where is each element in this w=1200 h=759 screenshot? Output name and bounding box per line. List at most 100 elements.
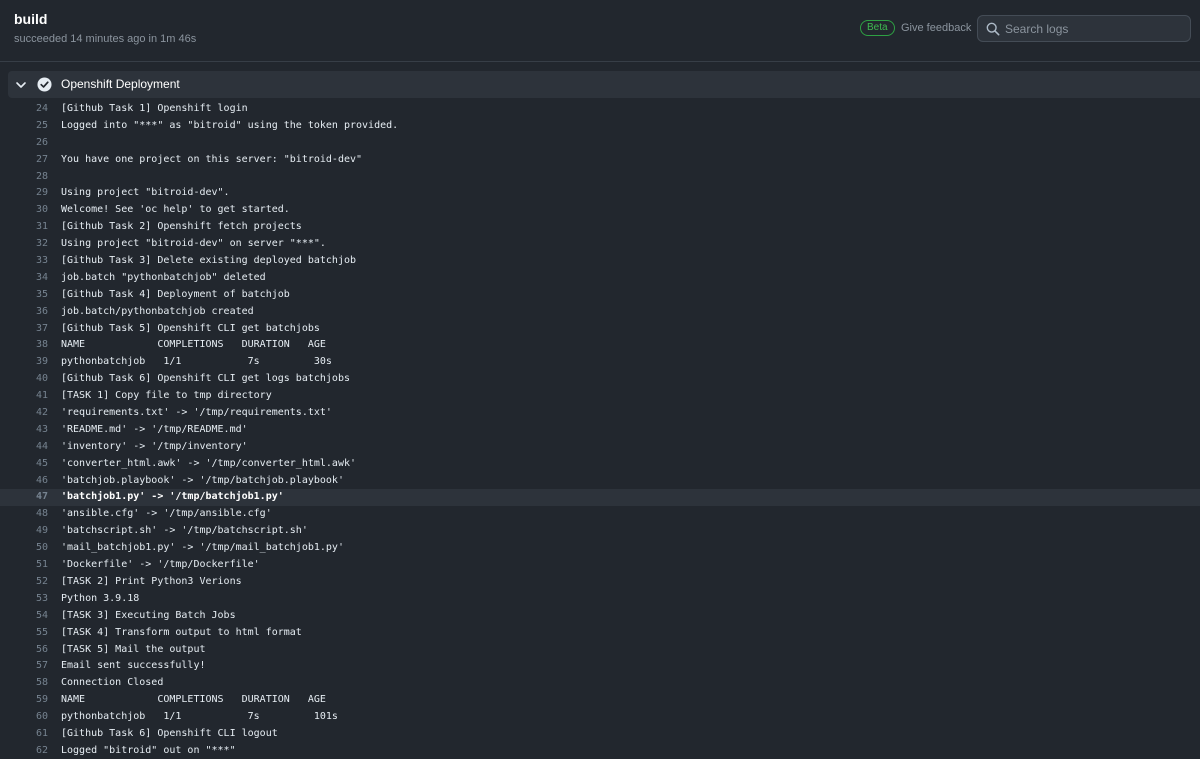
log-line[interactable]: 60 pythonbatchjob 1/1 7s 101s xyxy=(0,709,1200,726)
log-line[interactable]: 33 [Github Task 3] Delete existing deploy… xyxy=(0,253,1200,270)
chevron-down-icon[interactable] xyxy=(15,79,27,91)
log-line[interactable]: 24 [Github Task 1] Openshift login xyxy=(0,101,1200,118)
line-number[interactable]: 43 xyxy=(8,422,48,439)
log-line[interactable]: 45 'converter_html.awk' -> '/tmp/converte… xyxy=(0,456,1200,473)
line-number[interactable]: 54 xyxy=(8,608,48,625)
line-number[interactable]: 59 xyxy=(8,692,48,709)
line-number[interactable]: 27 xyxy=(8,152,48,169)
log-line[interactable]: 55 [TASK 4] Transform output to html form… xyxy=(0,625,1200,642)
log-line[interactable]: 26 xyxy=(0,135,1200,152)
line-number[interactable]: 29 xyxy=(8,185,48,202)
line-text: 'ansible.cfg' -> '/tmp/ansible.cfg' xyxy=(61,508,272,520)
line-text: [TASK 2] Print Python3 Verions xyxy=(61,575,242,587)
line-text: [TASK 1] Copy file to tmp directory xyxy=(61,390,272,402)
line-number[interactable]: 34 xyxy=(8,270,48,287)
log-line[interactable]: 29 Using project "bitroid-dev". xyxy=(0,185,1200,202)
line-number[interactable]: 36 xyxy=(8,304,48,321)
line-number[interactable]: 42 xyxy=(8,405,48,422)
log-line[interactable]: 31 [Github Task 2] Openshift fetch projec… xyxy=(0,219,1200,236)
line-number[interactable]: 44 xyxy=(8,439,48,456)
line-text: pythonbatchjob 1/1 7s 101s xyxy=(61,711,338,723)
line-number[interactable]: 26 xyxy=(8,135,48,152)
line-number[interactable]: 47 xyxy=(8,489,48,506)
log-line[interactable]: 53 Python 3.9.18 xyxy=(0,591,1200,608)
log-line[interactable]: 59 NAME COMPLETIONS DURATION AGE xyxy=(0,692,1200,709)
line-number[interactable]: 52 xyxy=(8,574,48,591)
log-line[interactable]: 48 'ansible.cfg' -> '/tmp/ansible.cfg' xyxy=(0,506,1200,523)
job-header: build succeeded 14 minutes ago in 1m 46s… xyxy=(0,0,1200,62)
log-line[interactable]: 40 [Github Task 6] Openshift CLI get logs… xyxy=(0,371,1200,388)
log-line[interactable]: 34 job.batch "pythonbatchjob" deleted xyxy=(0,270,1200,287)
log-line[interactable]: 47 'batchjob1.py' -> '/tmp/batchjob1.py' xyxy=(0,489,1200,507)
log-line[interactable]: 38 NAME COMPLETIONS DURATION AGE xyxy=(0,337,1200,354)
line-number[interactable]: 53 xyxy=(8,591,48,608)
line-number[interactable]: 55 xyxy=(8,625,48,642)
log-line[interactable]: 44 'inventory' -> '/tmp/inventory' xyxy=(0,439,1200,456)
line-number[interactable]: 32 xyxy=(8,236,48,253)
log-line[interactable]: 27 You have one project on this server: "… xyxy=(0,152,1200,169)
line-number[interactable]: 48 xyxy=(8,506,48,523)
line-text: Using project "bitroid-dev". xyxy=(61,187,230,199)
line-text: 'batchscript.sh' -> '/tmp/batchscript.sh… xyxy=(61,525,308,537)
log-line[interactable]: 37 [Github Task 5] Openshift CLI get batc… xyxy=(0,321,1200,338)
log-line[interactable]: 32 Using project "bitroid-dev" on server … xyxy=(0,236,1200,253)
log-line[interactable]: 58 Connection Closed xyxy=(0,675,1200,692)
log-line[interactable]: 39 pythonbatchjob 1/1 7s 30s xyxy=(0,354,1200,371)
log-line[interactable]: 54 [TASK 3] Executing Batch Jobs xyxy=(0,608,1200,625)
log-line[interactable]: 51 'Dockerfile' -> '/tmp/Dockerfile' xyxy=(0,557,1200,574)
line-number[interactable]: 24 xyxy=(8,101,48,118)
line-text: Welcome! See 'oc help' to get started. xyxy=(61,204,290,216)
log-line[interactable]: 41 [TASK 1] Copy file to tmp directory xyxy=(0,388,1200,405)
line-number[interactable]: 30 xyxy=(8,202,48,219)
log-line[interactable]: 49 'batchscript.sh' -> '/tmp/batchscript.… xyxy=(0,523,1200,540)
log-line[interactable]: 36 job.batch/pythonbatchjob created xyxy=(0,304,1200,321)
line-number[interactable]: 46 xyxy=(8,473,48,490)
line-number[interactable]: 25 xyxy=(8,118,48,135)
log-line[interactable]: 56 [TASK 5] Mail the output xyxy=(0,642,1200,659)
line-number[interactable]: 40 xyxy=(8,371,48,388)
line-number[interactable]: 51 xyxy=(8,557,48,574)
line-number[interactable]: 61 xyxy=(8,726,48,743)
line-number[interactable]: 37 xyxy=(8,321,48,338)
line-text: 'mail_batchjob1.py' -> '/tmp/mail_batchj… xyxy=(61,542,344,554)
log-line[interactable]: 52 [TASK 2] Print Python3 Verions xyxy=(0,574,1200,591)
step-header-openshift-deployment[interactable]: Openshift Deployment xyxy=(8,71,1200,98)
log-line[interactable]: 30 Welcome! See 'oc help' to get started. xyxy=(0,202,1200,219)
beta-badge: Beta xyxy=(860,20,895,36)
line-number[interactable]: 31 xyxy=(8,219,48,236)
search-logs-input[interactable] xyxy=(1005,19,1185,38)
log-line[interactable]: 50 'mail_batchjob1.py' -> '/tmp/mail_batc… xyxy=(0,540,1200,557)
log-line[interactable]: 35 [Github Task 4] Deployment of batchjob xyxy=(0,287,1200,304)
search-logs-box[interactable] xyxy=(977,15,1191,42)
line-text: [TASK 4] Transform output to html format xyxy=(61,626,302,638)
line-number[interactable]: 45 xyxy=(8,456,48,473)
log-line[interactable]: 42 'requirements.txt' -> '/tmp/requiremen… xyxy=(0,405,1200,422)
line-text: 'README.md' -> '/tmp/README.md' xyxy=(61,423,248,435)
line-text: [Github Task 1] Openshift login xyxy=(61,103,248,114)
log-line[interactable]: 28 xyxy=(0,169,1200,186)
line-number[interactable]: 39 xyxy=(8,354,48,371)
give-feedback-link[interactable]: Give feedback xyxy=(901,22,971,34)
line-number[interactable]: 41 xyxy=(8,388,48,405)
log-line[interactable]: 46 'batchjob.playbook' -> '/tmp/batchjob.… xyxy=(0,473,1200,490)
line-text: [Github Task 2] Openshift fetch projects xyxy=(61,221,302,233)
line-number[interactable]: 56 xyxy=(8,642,48,659)
line-number[interactable]: 49 xyxy=(8,523,48,540)
line-number[interactable]: 58 xyxy=(8,675,48,692)
line-number[interactable]: 33 xyxy=(8,253,48,270)
log-line[interactable]: 62 Logged "bitroid" out on "***" xyxy=(0,743,1200,759)
log-line[interactable]: 61 [Github Task 6] Openshift CLI logout xyxy=(0,726,1200,743)
line-number[interactable]: 28 xyxy=(8,169,48,186)
line-number[interactable]: 35 xyxy=(8,287,48,304)
log-line[interactable]: 25 Logged into "***" as "bitroid" using t… xyxy=(0,118,1200,135)
check-circle-icon xyxy=(37,77,52,92)
log-line[interactable]: 57 Email sent successfully! xyxy=(0,658,1200,675)
line-number[interactable]: 62 xyxy=(8,743,48,759)
line-number[interactable]: 60 xyxy=(8,709,48,726)
log-line[interactable]: 43 'README.md' -> '/tmp/README.md' xyxy=(0,422,1200,439)
line-number[interactable]: 57 xyxy=(8,658,48,675)
line-text: job.batch "pythonbatchjob" deleted xyxy=(61,271,266,283)
line-text: 'converter_html.awk' -> '/tmp/converter_… xyxy=(61,457,357,469)
line-number[interactable]: 38 xyxy=(8,337,48,354)
line-number[interactable]: 50 xyxy=(8,540,48,557)
